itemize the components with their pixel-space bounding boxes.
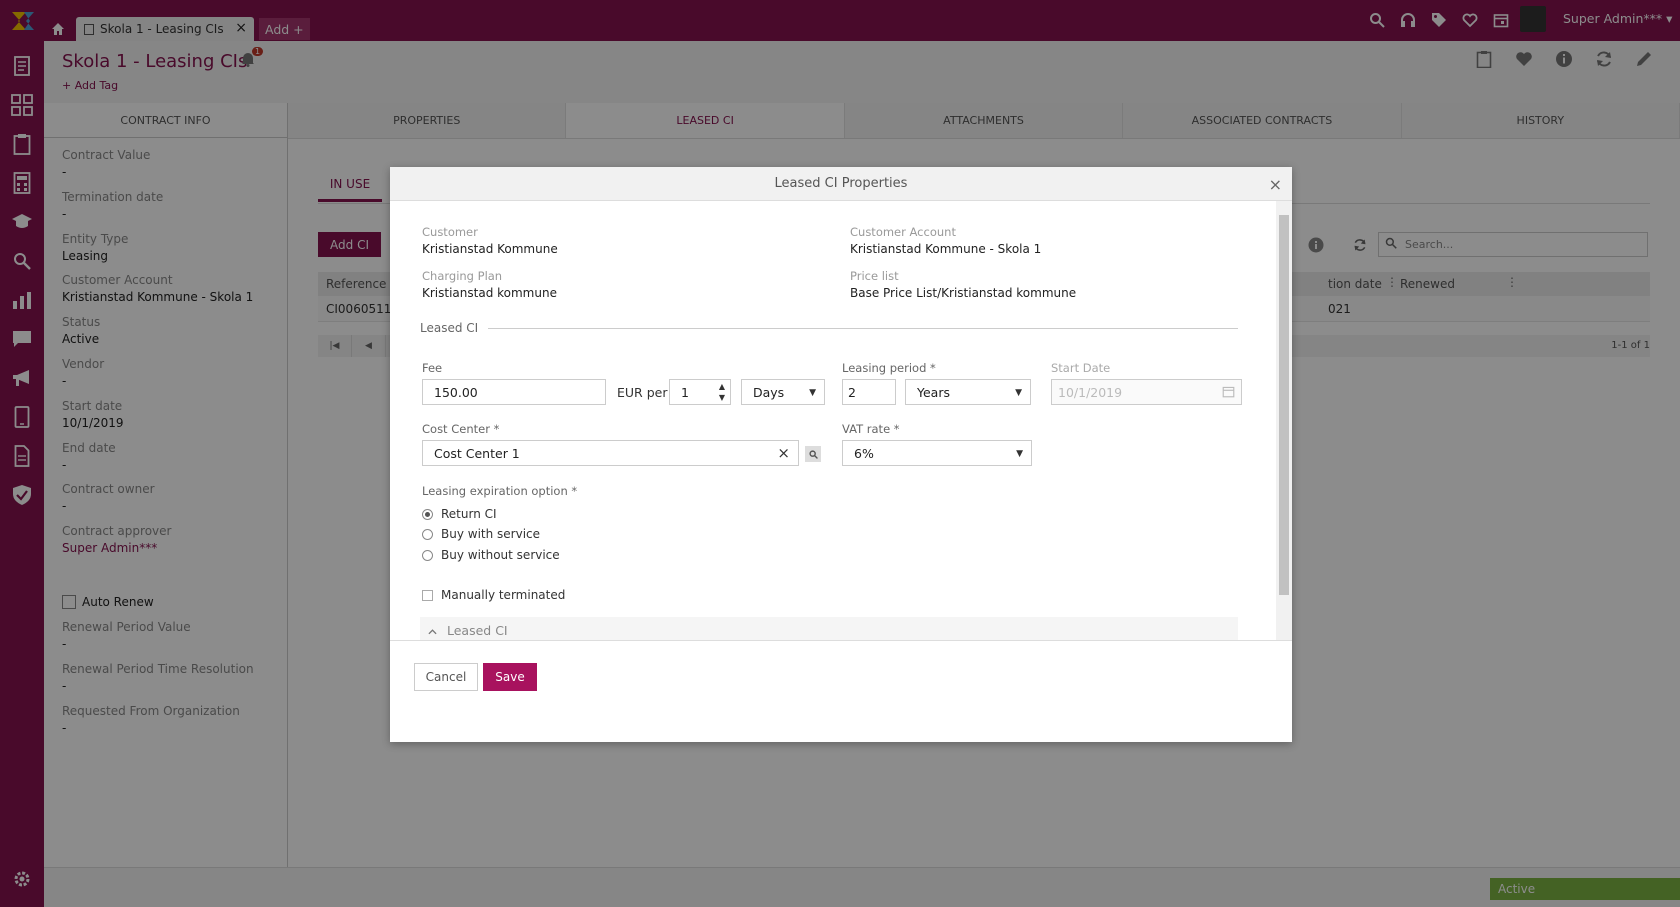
checkbox[interactable] <box>422 589 433 601</box>
period-unit-select[interactable]: Days ▼ <box>741 379 825 405</box>
vat-rate-value: 6% <box>854 445 874 461</box>
collapse-title: Leased CI <box>447 622 508 638</box>
divider-line <box>488 327 1238 329</box>
customer-value: Kristianstad Kommune <box>422 242 558 256</box>
chevron-down-icon: ▼ <box>809 388 816 398</box>
leasing-period-label: Leasing period * <box>842 361 936 375</box>
cancel-button[interactable]: Cancel <box>414 663 478 691</box>
close-icon[interactable]: × <box>1269 175 1282 194</box>
field-label: Price list <box>850 269 899 283</box>
fee-input[interactable]: 150.00 <box>422 379 606 405</box>
leased-ci-properties-dialog: Leased CI Properties × Customer Kristian… <box>390 167 1292 742</box>
dialog-footer: Cancel Save <box>390 640 1292 742</box>
manually-terminated-checkbox[interactable]: Manually terminated <box>422 588 565 602</box>
leasing-period-input[interactable]: 2 <box>842 379 896 405</box>
dialog-body: Customer Kristianstad Kommune Customer A… <box>390 201 1276 640</box>
save-button[interactable]: Save <box>483 663 537 691</box>
period-unit-value: Days <box>753 384 785 400</box>
cost-center-label: Cost Center * <box>422 422 500 436</box>
charging-plan-field: Charging Plan Kristianstad kommune <box>422 269 557 300</box>
cost-center-value: Cost Center 1 <box>434 445 520 461</box>
vat-rate-select[interactable]: 6% ▼ <box>842 440 1032 466</box>
customer-account-field: Customer Account Kristianstad Kommune - … <box>850 225 1041 256</box>
radio-buy-with-service[interactable]: Buy with service <box>422 527 540 541</box>
leasing-unit-value: Years <box>917 384 950 400</box>
section-title: Leased CI <box>420 321 479 335</box>
customer-field: Customer Kristianstad Kommune <box>422 225 558 256</box>
chevron-up-icon <box>428 623 437 638</box>
charging-plan-value: Kristianstad kommune <box>422 286 557 300</box>
chevron-down-icon: ▼ <box>1016 449 1023 459</box>
start-date-input: 10/1/2019 <box>1051 379 1242 405</box>
stepper-arrows-icon[interactable]: ▲ ▼ <box>719 381 725 403</box>
dialog-title: Leased CI Properties <box>774 176 908 191</box>
scrollbar-thumb[interactable] <box>1279 215 1289 595</box>
radio-button[interactable] <box>422 508 433 520</box>
radio-label: Buy with service <box>441 527 541 541</box>
field-label: Charging Plan <box>422 269 503 283</box>
customer-account-value: Kristianstad Kommune - Skola 1 <box>850 242 1042 256</box>
price-list-field: Price list Base Price List/Kristianstad … <box>850 269 1076 300</box>
expiration-option-label: Leasing expiration option * <box>422 484 578 498</box>
leased-ci-collapse-header[interactable]: Leased CI <box>420 617 1238 640</box>
field-label: Customer Account <box>850 225 956 239</box>
radio-buy-without-service[interactable]: Buy without service <box>422 548 560 562</box>
radio-return-ci[interactable]: Return CI <box>422 507 497 521</box>
vat-rate-label: VAT rate * <box>842 422 900 436</box>
radio-button[interactable] <box>422 528 433 540</box>
radio-button[interactable] <box>422 549 433 561</box>
chevron-down-icon: ▼ <box>1015 388 1022 398</box>
field-label: Customer <box>422 225 478 239</box>
period-count-value: 1 <box>681 384 689 400</box>
dialog-scrollbar[interactable] <box>1276 201 1292 640</box>
period-count-stepper[interactable]: 1 ▲ ▼ <box>669 379 731 405</box>
start-date-label: Start Date <box>1051 361 1111 375</box>
clear-icon[interactable]: × <box>777 444 790 462</box>
cost-center-input[interactable]: Cost Center 1 × <box>422 440 799 466</box>
radio-label: Buy without service <box>441 548 560 562</box>
radio-label: Return CI <box>441 507 497 521</box>
leased-ci-section-divider: Leased CI <box>420 321 1238 335</box>
fee-label: Fee <box>422 361 443 375</box>
calendar-icon <box>1222 385 1235 401</box>
dialog-header: Leased CI Properties × <box>390 167 1292 201</box>
leasing-unit-select[interactable]: Years ▼ <box>905 379 1031 405</box>
lookup-search-icon[interactable] <box>805 446 821 462</box>
start-date-value: 10/1/2019 <box>1058 384 1123 400</box>
checkbox-label: Manually terminated <box>441 588 566 602</box>
eur-per-label: EUR per <box>617 385 668 400</box>
price-list-value: Base Price List/Kristianstad kommune <box>850 286 1077 300</box>
